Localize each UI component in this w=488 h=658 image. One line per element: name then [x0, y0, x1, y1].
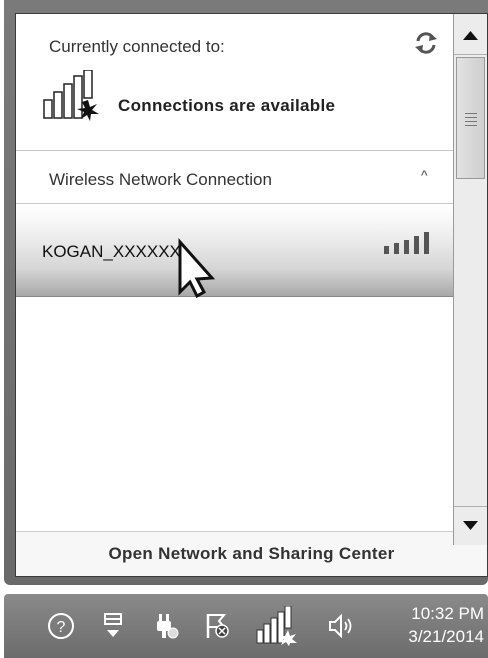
arrow-down-icon — [463, 521, 478, 530]
thumb-grip — [465, 113, 477, 129]
network-icon[interactable] — [254, 606, 298, 646]
system-clock[interactable]: 10:32 PM 3/21/2014 — [370, 602, 484, 648]
action-center-flag-icon[interactable] — [202, 610, 232, 642]
arrow-up-icon — [463, 31, 478, 40]
svg-text:?: ? — [57, 619, 66, 636]
refresh-icon[interactable] — [413, 30, 439, 56]
scroll-down-button[interactable] — [454, 506, 487, 545]
show-hidden-icons-icon[interactable] — [98, 610, 128, 642]
wifi-signal-icon — [384, 232, 429, 254]
screen: Currently connected to: Connections are … — [0, 0, 488, 658]
network-ssid: KOGAN_XXXXXX — [42, 242, 181, 261]
taskbar: ? 10:32 PM 3/21/2014 — [4, 594, 488, 658]
flyout-content: Currently connected to: Connections are … — [16, 14, 487, 576]
help-icon[interactable]: ? — [46, 610, 76, 642]
flyout-footer: Open Network and Sharing Center — [16, 531, 487, 576]
clock-date: 3/21/2014 — [408, 627, 484, 646]
volume-icon[interactable] — [326, 610, 356, 642]
scroll-up-button[interactable] — [454, 14, 487, 55]
section-label: Wireless Network Connection — [49, 170, 272, 189]
chevron-up-icon[interactable]: ^ — [421, 167, 428, 183]
connection-status: Connections are available — [118, 96, 336, 115]
network-available-icon — [43, 70, 99, 121]
wireless-section-header[interactable]: Wireless Network Connection ^ — [16, 151, 453, 203]
scroll-thumb[interactable] — [456, 57, 485, 179]
mouse-cursor-icon — [178, 238, 216, 298]
network-list-item[interactable]: KOGAN_XXXXXX — [16, 204, 453, 297]
open-network-sharing-center-link[interactable]: Open Network and Sharing Center — [16, 544, 487, 564]
vertical-scrollbar[interactable] — [453, 14, 487, 545]
clock-time: 10:32 PM — [411, 604, 484, 623]
power-plug-icon[interactable] — [151, 610, 181, 642]
currently-connected-label: Currently connected to: — [49, 37, 225, 56]
network-flyout: Currently connected to: Connections are … — [15, 13, 488, 577]
